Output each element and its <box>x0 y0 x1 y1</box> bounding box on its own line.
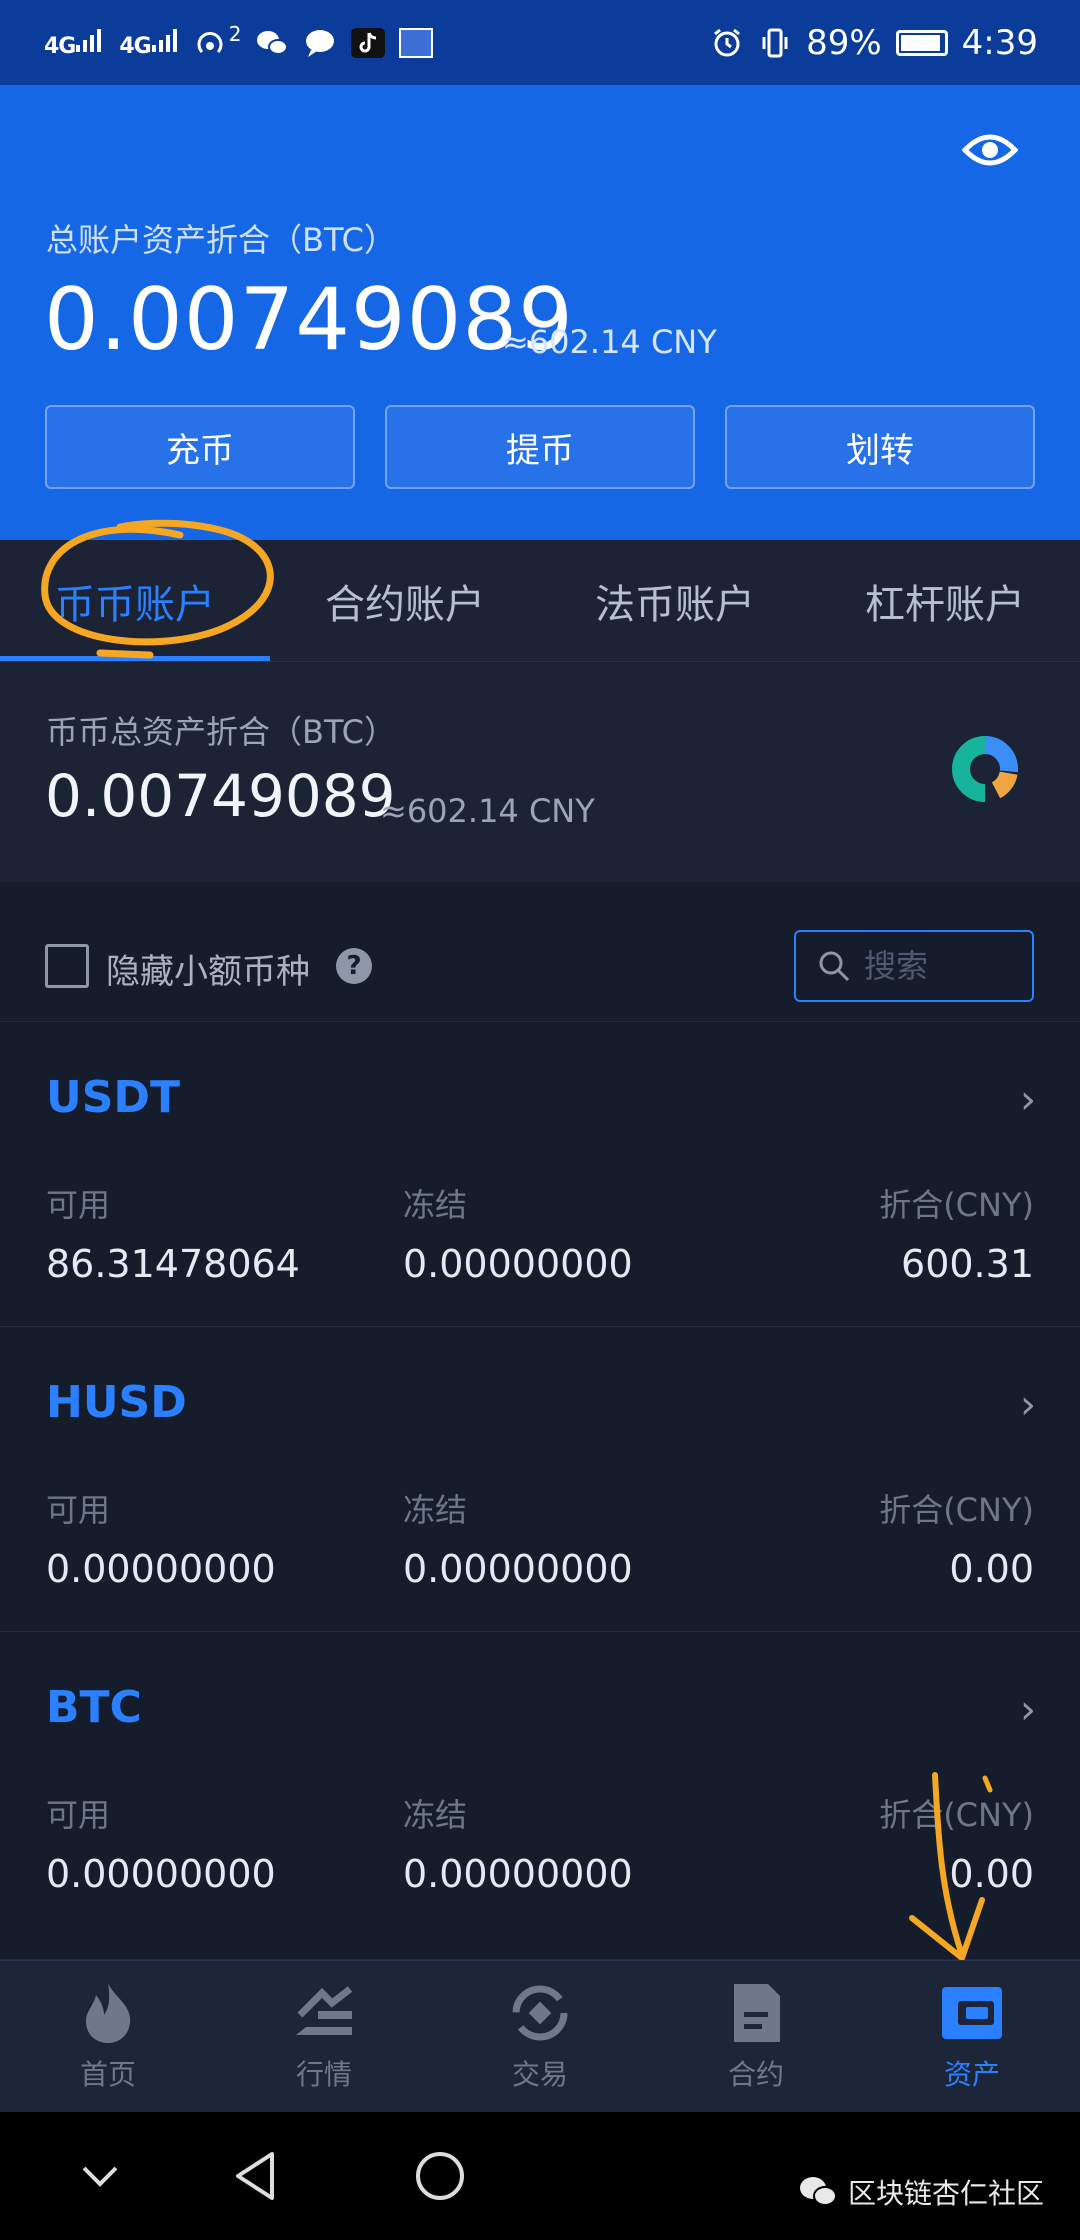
search-box[interactable] <box>794 930 1034 1002</box>
watermark: 区块链杏仁社区 <box>798 2172 1044 2212</box>
total-assets-label: 总账户资产折合（BTC） <box>46 221 396 259</box>
total-assets-value: 0.00749089 <box>44 270 574 370</box>
frozen-label: 冻结 <box>403 1491 468 1529</box>
account-tabs: 币币账户 合约账户 法币账户 杠杆账户 <box>0 540 1080 662</box>
clock: 4:39 <box>961 22 1038 63</box>
list-item[interactable]: BTC › 可用 冻结 折合(CNY) 0.00000000 0.0000000… <box>0 1632 1080 1960</box>
nav-assets[interactable]: 资产 <box>864 1961 1080 2112</box>
app-icon <box>399 27 434 58</box>
tab-margin-account[interactable]: 杠杆账户 <box>810 540 1080 661</box>
nav-trade[interactable]: 交易 <box>432 1961 648 2112</box>
spot-total-cny: ≈602.14 CNY <box>380 792 595 830</box>
coin-name: BTC <box>46 1682 142 1733</box>
available-label: 可用 <box>46 1796 111 1834</box>
nav-contract-label: 合约 <box>727 2057 784 2091</box>
equivalent-value: 0.00 <box>949 1852 1034 1896</box>
equivalent-label: 折合(CNY) <box>879 1186 1034 1224</box>
available-label: 可用 <box>46 1186 111 1224</box>
eye-icon[interactable] <box>961 130 1019 170</box>
chevron-right-icon: › <box>1020 1077 1036 1123</box>
coin-name: HUSD <box>46 1377 187 1428</box>
signal-icon: 4G <box>44 27 105 59</box>
wallet-icon <box>940 1981 1004 2045</box>
frozen-label: 冻结 <box>403 1186 468 1224</box>
asset-header: 总账户资产折合（BTC） 0.00749089 ≈602.14 CNY 充币 提… <box>0 85 1080 540</box>
total-assets-cny: ≈602.14 CNY <box>502 323 717 361</box>
battery-icon <box>895 29 948 56</box>
nav-home[interactable]: 首页 <box>0 1961 216 2112</box>
search-input[interactable] <box>864 947 1014 985</box>
spot-total-label: 币币总资产折合（BTC） <box>46 713 396 751</box>
frozen-value: 0.00000000 <box>403 1242 633 1286</box>
available-value: 0.00000000 <box>46 1852 276 1896</box>
filter-row: 隐藏小额币种 ? <box>0 912 1080 1022</box>
equivalent-value: 600.31 <box>901 1242 1034 1286</box>
vibrate-icon <box>758 28 792 58</box>
available-label: 可用 <box>46 1491 111 1529</box>
nav-contract[interactable]: 合约 <box>648 1961 864 2112</box>
available-value: 0.00000000 <box>46 1547 276 1591</box>
chart-icon <box>292 1981 356 2045</box>
search-icon <box>819 951 850 982</box>
chevron-right-icon: › <box>1020 1687 1036 1733</box>
alarm-icon <box>710 28 744 58</box>
wechat-icon <box>799 2177 837 2206</box>
battery-percent: 89% <box>806 22 882 63</box>
spot-summary: 币币总资产折合（BTC） 0.00749089 ≈602.14 CNY <box>0 662 1080 882</box>
tiktok-icon <box>351 27 386 58</box>
coin-name: USDT <box>46 1072 180 1123</box>
tab-contract-account[interactable]: 合约账户 <box>270 540 540 661</box>
nav-trade-label: 交易 <box>511 2057 568 2091</box>
equivalent-label: 折合(CNY) <box>879 1491 1034 1529</box>
equivalent-value: 0.00 <box>949 1547 1034 1591</box>
list-item[interactable]: USDT › 可用 冻结 折合(CNY) 86.31478064 0.00000… <box>0 1022 1080 1327</box>
tab-spot-account[interactable]: 币币账户 <box>0 540 270 661</box>
hide-small-checkbox[interactable] <box>45 944 89 988</box>
frozen-value: 0.00000000 <box>403 1547 633 1591</box>
wechat-icon <box>255 28 289 58</box>
flame-icon <box>76 1981 140 2045</box>
message-icon <box>303 28 337 58</box>
nav-home-label: 首页 <box>79 2057 136 2091</box>
exchange-icon <box>508 1981 572 2045</box>
list-item[interactable]: HUSD › 可用 冻结 折合(CNY) 0.00000000 0.000000… <box>0 1327 1080 1632</box>
spot-total-value: 0.00749089 <box>45 762 396 830</box>
help-icon[interactable]: ? <box>336 948 372 984</box>
withdraw-button[interactable]: 提币 <box>385 405 695 489</box>
nav-market-label: 行情 <box>295 2057 352 2091</box>
pie-chart-icon[interactable] <box>950 734 1020 804</box>
contract-icon <box>724 1981 788 2045</box>
deposit-button[interactable]: 充币 <box>45 405 355 489</box>
notification-count: 2 <box>228 21 242 46</box>
nav-market[interactable]: 行情 <box>216 1961 432 2112</box>
hotspot-icon <box>195 28 229 58</box>
equivalent-label: 折合(CNY) <box>879 1796 1034 1834</box>
bottom-nav: 首页 行情 交易 合约 资产 <box>0 1960 1080 2112</box>
nav-assets-label: 资产 <box>943 2057 1000 2091</box>
home-icon[interactable] <box>310 2150 570 2202</box>
available-value: 86.31478064 <box>46 1242 300 1286</box>
hide-small-label: 隐藏小额币种 <box>106 952 310 992</box>
chevron-right-icon: › <box>1020 1382 1036 1428</box>
watermark-text: 区块链杏仁社区 <box>847 2177 1044 2210</box>
tab-fiat-account[interactable]: 法币账户 <box>540 540 810 661</box>
signal-icon: 4G <box>119 27 180 59</box>
transfer-button[interactable]: 划转 <box>725 405 1035 489</box>
back-icon[interactable] <box>200 2150 310 2202</box>
frozen-label: 冻结 <box>403 1796 468 1834</box>
status-bar: 4G 4G 2 89% 4:39 <box>0 0 1080 85</box>
frozen-value: 0.00000000 <box>403 1852 633 1896</box>
collapse-icon[interactable] <box>0 2164 200 2188</box>
